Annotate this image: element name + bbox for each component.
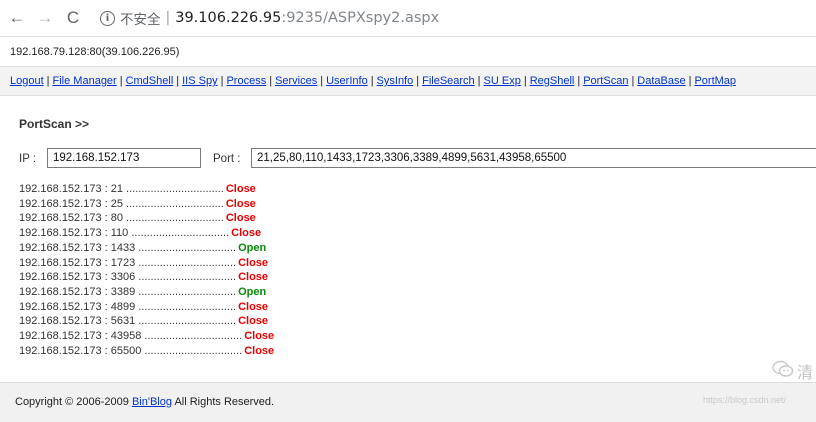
result-status: Close	[225, 197, 256, 210]
result-row: 192.168.152.173 : 3306 .................…	[19, 270, 274, 285]
result-host-port: 192.168.152.173 : 25 ...................…	[19, 197, 224, 210]
menu-link-services[interactable]: Services	[275, 75, 317, 87]
result-host-port: 192.168.152.173 : 3389 .................…	[19, 285, 237, 298]
menu-separator: |	[269, 75, 273, 87]
page-title: PortScan >>	[19, 117, 90, 131]
result-status: Close	[238, 315, 269, 328]
result-host-port: 192.168.152.173 : 65500 ................…	[19, 344, 243, 357]
result-status: Close	[238, 256, 269, 269]
watermark-url: https://blog.csdn.net/	[703, 395, 787, 405]
result-row: 192.168.152.173 : 110 ..................…	[19, 226, 274, 241]
port-input[interactable]	[251, 148, 816, 168]
menu-separator: |	[477, 75, 481, 87]
url-path: :9235/ASPXspy2.aspx	[281, 10, 440, 26]
menu-separator: |	[577, 75, 581, 87]
reload-icon[interactable]: C	[62, 7, 84, 29]
result-host-port: 192.168.152.173 : 5631 .................…	[19, 315, 237, 328]
result-row: 192.168.152.173 : 1723 .................…	[19, 256, 274, 271]
menu-link-sysinfo[interactable]: SysInfo	[377, 75, 414, 87]
menu-separator: |	[46, 75, 50, 87]
result-status: Open	[238, 285, 267, 298]
scan-results: 192.168.152.173 : 21 ...................…	[19, 182, 274, 358]
result-status: Close	[244, 344, 275, 357]
info-icon[interactable]: i	[100, 10, 115, 26]
result-row: 192.168.152.173 : 4899 .................…	[19, 300, 274, 315]
blog-link[interactable]: Bin'Blog	[132, 396, 172, 408]
ip-label: IP :	[19, 153, 37, 165]
result-row: 192.168.152.173 : 43958 ................…	[19, 329, 274, 344]
result-status: Close	[238, 271, 269, 284]
menu-link-cmdshell[interactable]: CmdShell	[126, 75, 174, 87]
url-host: 39.106.226.95	[175, 10, 282, 26]
result-status: Close	[225, 212, 256, 225]
menu-link-iis-spy[interactable]: IIS Spy	[182, 75, 217, 87]
address-separator: |	[165, 10, 171, 26]
result-status: Close	[244, 330, 275, 343]
menu-link-portscan[interactable]: PortScan	[583, 75, 628, 87]
forward-arrow-icon[interactable]: →	[34, 7, 56, 29]
address-bar[interactable]: i 不安全 | 39.106.226.95:9235/ASPXspy2.aspx	[100, 5, 816, 31]
ip-input[interactable]	[47, 148, 201, 168]
result-host-port: 192.168.152.173 : 80 ...................…	[19, 212, 224, 225]
result-host-port: 192.168.152.173 : 21 ...................…	[19, 183, 224, 195]
menu-link-userinfo[interactable]: UserInfo	[326, 75, 368, 87]
result-row: 192.168.152.173 : 1433 .................…	[19, 241, 274, 256]
result-host-port: 192.168.152.173 : 3306 .................…	[19, 271, 237, 284]
result-host-port: 192.168.152.173 : 43958 ................…	[19, 330, 243, 343]
result-status: Close	[231, 227, 262, 240]
menu-link-filesearch[interactable]: FileSearch	[422, 75, 475, 87]
menu-separator: |	[688, 75, 692, 87]
menu-link-su-exp[interactable]: SU Exp	[484, 75, 521, 87]
menu-bar: Logout | File Manager | CmdShell | IIS Spy | Pro…	[0, 66, 816, 96]
menu-separator: |	[631, 75, 635, 87]
menu-separator: |	[220, 75, 224, 87]
result-row: 192.168.152.173 : 25 ...................…	[19, 197, 274, 212]
menu-separator: |	[370, 75, 374, 87]
menu-separator: |	[176, 75, 180, 87]
result-host-port: 192.168.152.173 : 1433 .................…	[19, 241, 237, 254]
watermark-text: 清	[797, 363, 814, 382]
browser-toolbar: ← → C i 不安全 | 39.106.226.95:9235/ASPXspy…	[0, 0, 816, 37]
result-status: Close	[238, 300, 269, 313]
port-label: Port :	[213, 153, 241, 165]
result-status: Open	[238, 241, 267, 254]
server-info: 192.168.79.128:80(39.106.226.95)	[10, 46, 180, 58]
result-host-port: 192.168.152.173 : 4899 .................…	[19, 300, 237, 313]
result-row: 192.168.152.173 : 80 ...................…	[19, 211, 274, 226]
result-host-port: 192.168.152.173 : 110 ..................…	[19, 227, 230, 240]
result-row: 192.168.152.173 : 3389 .................…	[19, 285, 274, 300]
security-label[interactable]: 不安全	[120, 8, 161, 28]
menu-link-portmap[interactable]: PortMap	[694, 75, 736, 87]
result-row: 192.168.152.173 : 21 ...................…	[19, 182, 274, 197]
menu-separator: |	[320, 75, 324, 87]
back-arrow-icon[interactable]: ←	[6, 7, 28, 29]
menu-link-file-manager[interactable]: File Manager	[53, 75, 117, 87]
menu-separator: |	[416, 75, 420, 87]
copyright: Copyright © 2006-2009 Bin'Blog All Right…	[15, 396, 274, 408]
menu-links: Logout | File Manager | CmdShell | IIS Spy | Pro…	[10, 75, 736, 87]
menu-separator: |	[523, 75, 527, 87]
menu-separator: |	[119, 75, 123, 87]
menu-link-regshell[interactable]: RegShell	[530, 75, 575, 87]
result-row: 192.168.152.173 : 65500 ................…	[19, 344, 274, 359]
menu-link-process[interactable]: Process	[226, 75, 266, 87]
footer: Copyright © 2006-2009 Bin'Blog All Right…	[0, 382, 816, 422]
copyright-suffix: All Rights Reserved.	[174, 396, 275, 408]
result-status: Close	[225, 183, 256, 195]
menu-link-logout[interactable]: Logout	[10, 75, 44, 87]
wechat-icon	[772, 360, 794, 377]
result-row: 192.168.152.173 : 5631 .................…	[19, 314, 274, 329]
result-host-port: 192.168.152.173 : 1723 .................…	[19, 256, 237, 269]
copyright-prefix: Copyright © 2006-2009	[15, 396, 129, 408]
menu-link-database[interactable]: DataBase	[637, 75, 685, 87]
